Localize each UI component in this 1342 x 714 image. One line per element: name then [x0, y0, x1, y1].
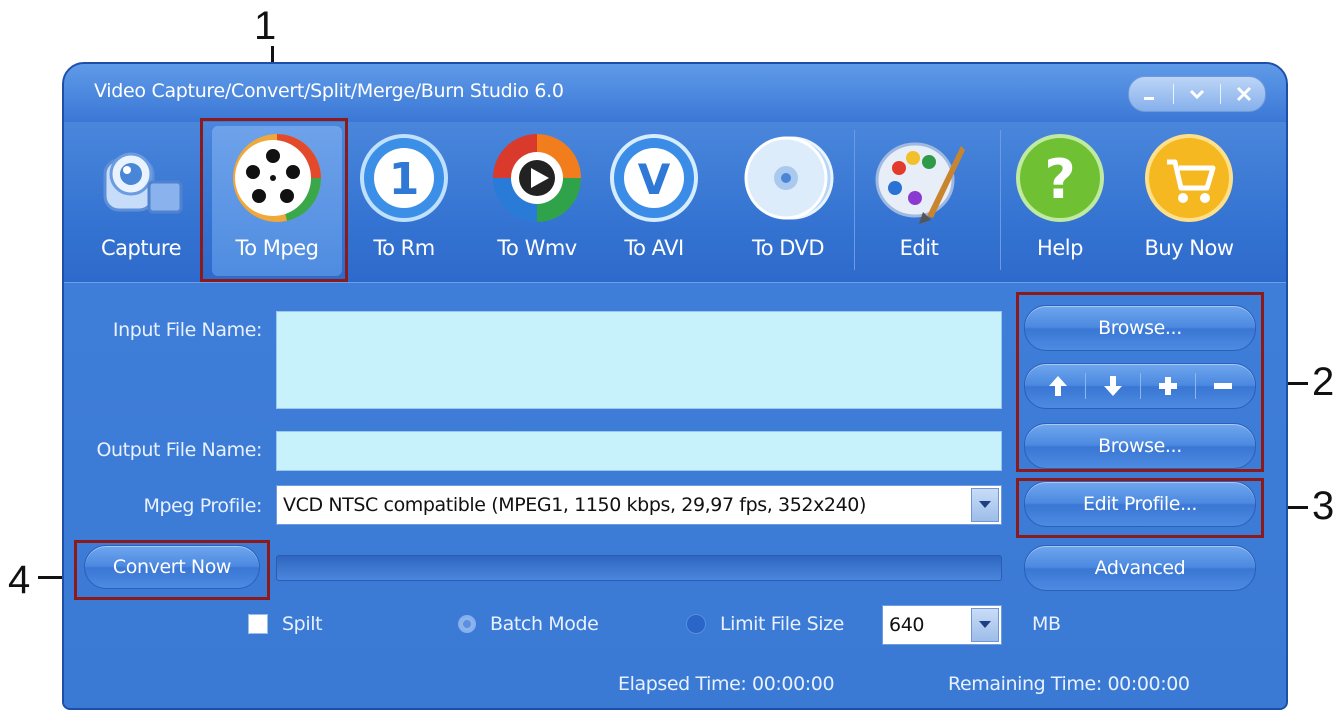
mpeg-profile-select[interactable]: VCD NTSC compatible (MPEG1, 1150 kbps, 2… — [276, 485, 1002, 525]
close-icon — [1237, 86, 1252, 102]
annotation-4: 4 — [8, 558, 31, 602]
annotation-box-2 — [1016, 292, 1264, 472]
minimize-button[interactable] — [1132, 80, 1168, 108]
output-file-field[interactable] — [276, 431, 1002, 471]
svg-text:1: 1 — [389, 154, 420, 205]
realmedia-icon: 1 — [360, 134, 448, 222]
elapsed-time: Elapsed Time: 00:00:00 — [618, 673, 835, 695]
mpeg-profile-value: VCD NTSC compatible (MPEG1, 1150 kbps, 2… — [283, 494, 867, 516]
progress-bar — [276, 555, 1002, 581]
annotation-3: 3 — [1312, 484, 1335, 528]
cart-icon — [1145, 134, 1233, 222]
chevron-down-icon — [979, 621, 991, 628]
annotation-box-3 — [1016, 478, 1264, 538]
dropdown-button[interactable] — [1179, 80, 1215, 108]
batch-mode-option[interactable]: Batch Mode — [458, 613, 599, 635]
minimize-icon — [1143, 97, 1154, 100]
annotation-box-1 — [200, 118, 348, 282]
help-icon: ? — [1016, 134, 1104, 222]
tool-label: To Rm — [373, 236, 435, 260]
input-file-field[interactable] — [276, 311, 1002, 409]
limit-file-size-radio[interactable] — [686, 614, 706, 634]
tool-label: Buy Now — [1144, 236, 1234, 260]
limit-file-size-label: Limit File Size — [720, 613, 844, 635]
split-checkbox[interactable] — [248, 614, 268, 634]
limit-file-size-option[interactable]: Limit File Size — [686, 613, 844, 635]
tool-buy-now[interactable]: Buy Now — [1130, 126, 1248, 276]
tool-to-avi[interactable]: V To AVI — [604, 126, 704, 276]
palette-icon — [875, 142, 965, 224]
tool-label: Help — [1037, 236, 1083, 260]
tool-label: To Wmv — [497, 236, 577, 260]
remaining-time: Remaining Time: 00:00:00 — [948, 673, 1190, 695]
dvd-icon — [744, 136, 834, 220]
toolbar-separator — [854, 130, 855, 270]
split-option[interactable]: Spilt — [248, 613, 323, 635]
tool-edit[interactable]: Edit — [864, 126, 974, 276]
tool-to-wmv[interactable]: To Wmv — [472, 126, 602, 276]
mpeg-profile-label: Mpeg Profile: — [143, 495, 262, 517]
camera-icon — [103, 152, 183, 214]
size-unit-label: MB — [1032, 613, 1061, 635]
tool-label: Capture — [101, 236, 182, 260]
tool-help[interactable]: ? Help — [1010, 126, 1110, 276]
file-size-select[interactable]: 640 — [882, 605, 1002, 645]
split-label: Spilt — [282, 613, 323, 635]
tool-capture[interactable]: Capture — [86, 126, 196, 276]
tool-to-rm[interactable]: 1 To Rm — [354, 126, 454, 276]
chevron-down-icon — [1189, 89, 1205, 100]
chevron-down-icon — [979, 501, 991, 508]
title-bar: Video Capture/Convert/Split/Merge/Burn S… — [64, 64, 1286, 122]
svg-text:V: V — [638, 155, 671, 204]
file-size-value: 640 — [889, 614, 925, 636]
window-controls — [1128, 76, 1266, 112]
avi-icon: V — [610, 134, 698, 222]
annotation-2: 2 — [1312, 360, 1335, 404]
close-button[interactable] — [1226, 80, 1262, 108]
batch-mode-label: Batch Mode — [490, 613, 599, 635]
input-file-label: Input File Name: — [112, 319, 263, 341]
windows-media-icon — [493, 134, 581, 222]
tool-label: To DVD — [751, 236, 825, 260]
window-title: Video Capture/Convert/Split/Merge/Burn S… — [94, 80, 564, 102]
toolbar-separator — [1000, 130, 1001, 270]
tool-label: Edit — [899, 236, 939, 260]
annotation-1: 1 — [254, 4, 277, 48]
annotation-box-4 — [74, 540, 270, 600]
dropdown-button[interactable] — [971, 608, 999, 642]
output-file-label: Output File Name: — [96, 439, 262, 461]
batch-mode-radio[interactable] — [458, 615, 476, 633]
tool-to-dvd[interactable]: To DVD — [728, 126, 848, 276]
svg-text:?: ? — [1044, 148, 1075, 211]
dropdown-button[interactable] — [971, 488, 999, 522]
tool-label: To AVI — [624, 236, 684, 260]
advanced-button[interactable]: Advanced — [1024, 545, 1256, 591]
